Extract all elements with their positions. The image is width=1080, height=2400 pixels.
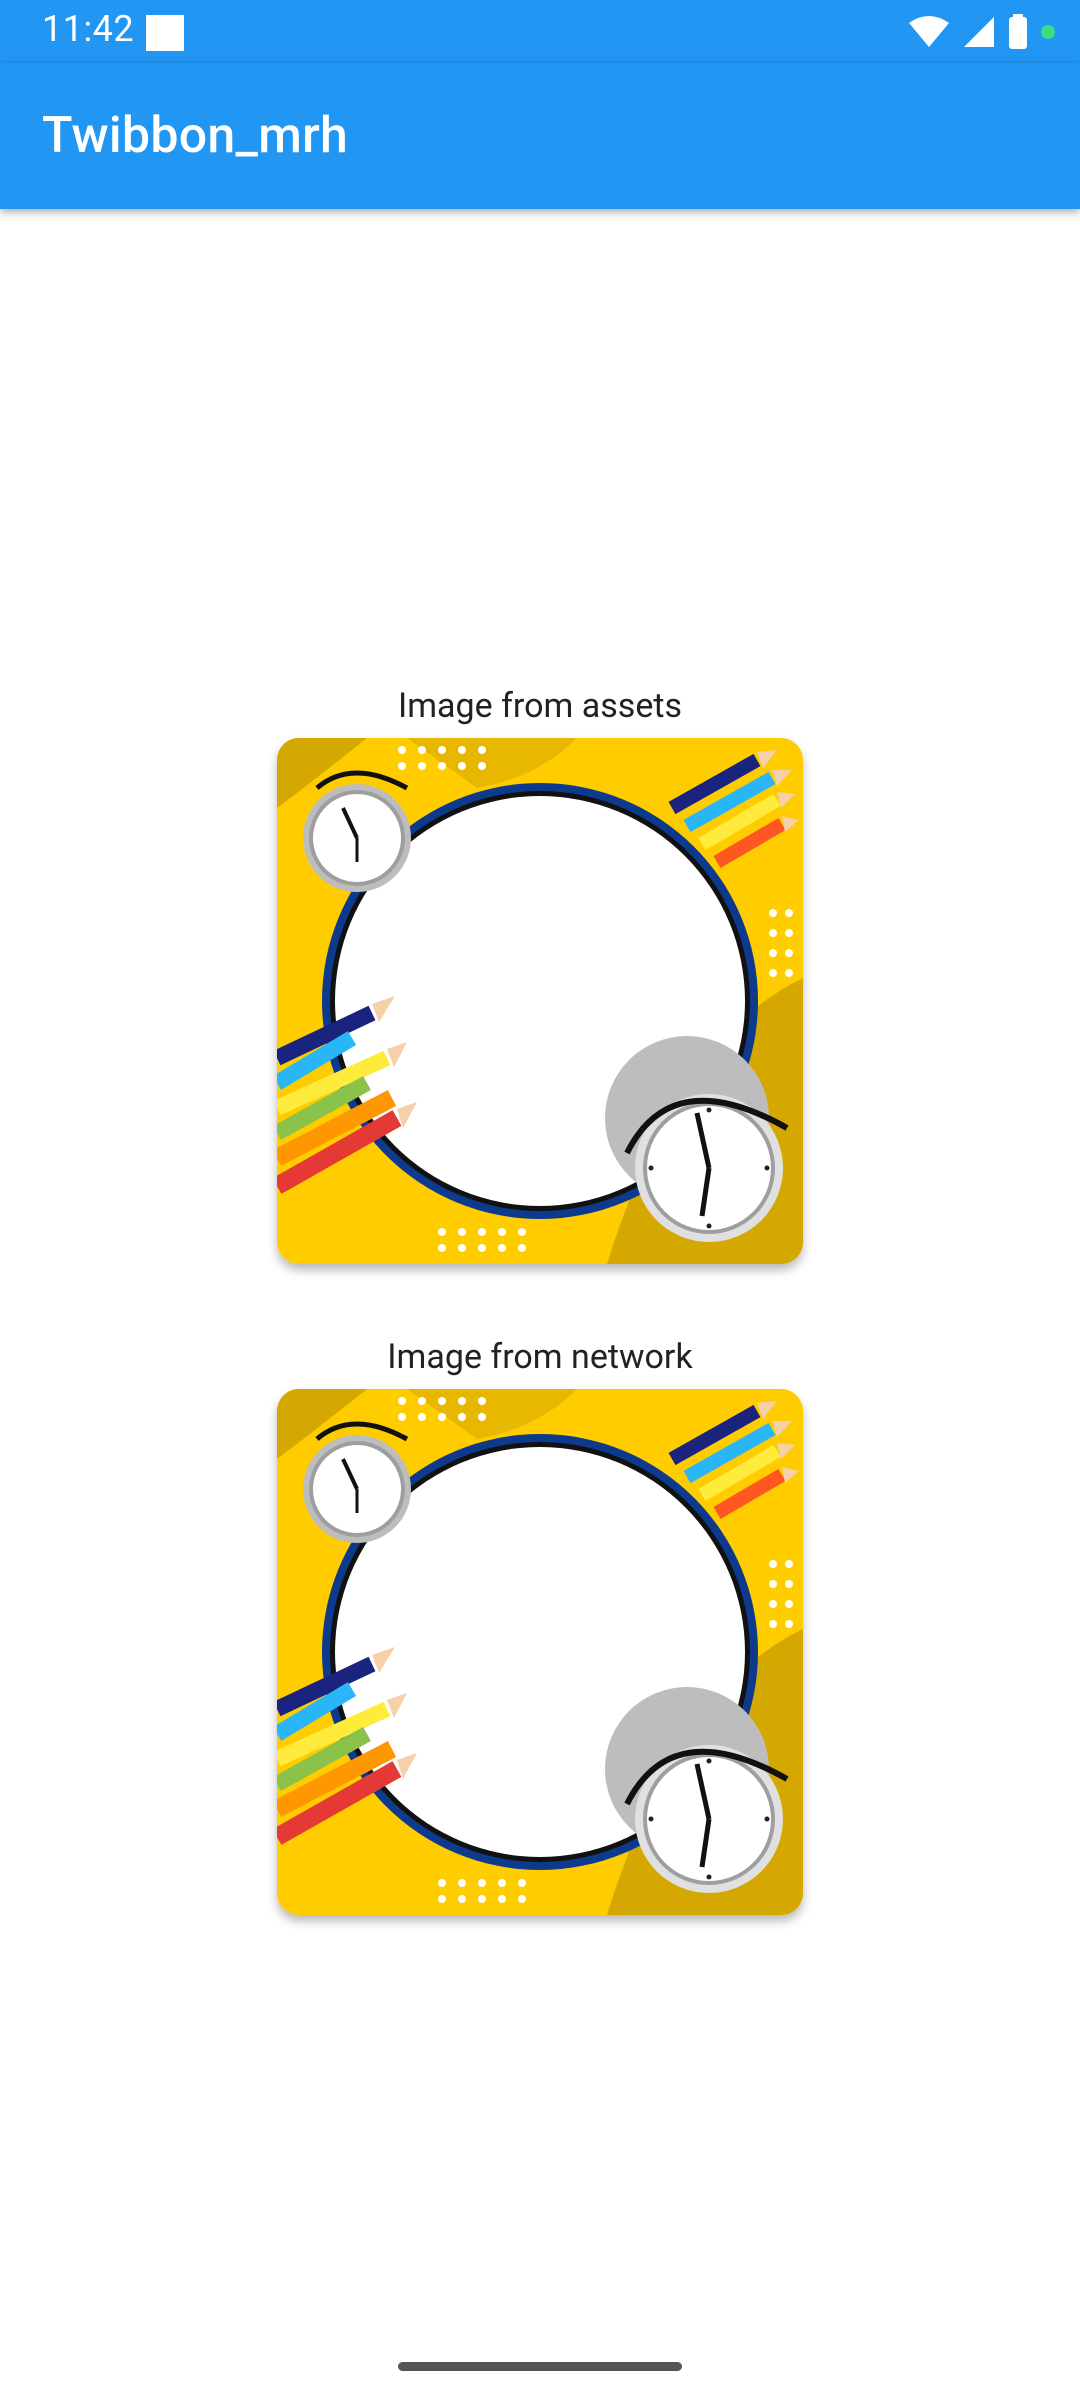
network-image (277, 1389, 803, 1915)
assets-image (277, 738, 803, 1264)
assets-image-caption: Image from assets (397, 686, 683, 726)
app-bar: Twibbon_mrh (0, 63, 1080, 209)
signal-icon (964, 17, 994, 47)
status-bar: 11:42 (0, 0, 1080, 63)
network-image-caption: Image from network (387, 1337, 693, 1377)
wifi-icon (909, 16, 949, 47)
green-dot-icon (1041, 25, 1055, 39)
status-icons (908, 14, 1056, 50)
battery-icon (1009, 14, 1027, 49)
twibbon-frame-image (277, 738, 803, 1264)
status-time: 11:42 (42, 8, 135, 50)
notification-square-icon (146, 15, 184, 51)
gesture-navigation-bar[interactable] (398, 2362, 682, 2371)
app-title: Twibbon_mrh (42, 107, 349, 165)
twibbon-frame-image (277, 1389, 803, 1915)
